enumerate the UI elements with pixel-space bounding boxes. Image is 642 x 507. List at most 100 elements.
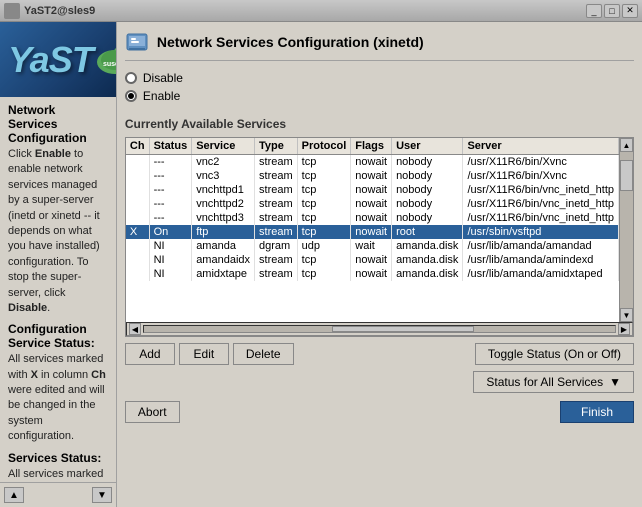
disable-radio[interactable]	[125, 72, 137, 84]
scroll-thumb[interactable]	[620, 160, 633, 191]
table-cell	[126, 169, 149, 183]
radio-group: Disable Enable	[125, 71, 634, 107]
table-cell: On	[149, 225, 192, 239]
minimize-button[interactable]: _	[586, 4, 602, 18]
edit-button[interactable]: Edit	[179, 343, 229, 365]
table-cell: stream	[255, 169, 298, 183]
content-area: Network Services Configuration (xinetd) …	[117, 22, 642, 507]
table-cell: /usr/X11R6/bin/vnc_inetd_http	[463, 183, 619, 197]
table-row[interactable]: NIamidxtapestreamtcpnowaitamanda.disk/us…	[126, 267, 619, 281]
table-cell: vnchttpd2	[192, 197, 255, 211]
table-cell: tcp	[297, 253, 351, 267]
table-row[interactable]: ---vnchttpd1streamtcpnowaitnobody/usr/X1…	[126, 183, 619, 197]
table-cell: amanda.disk	[392, 267, 463, 281]
table-cell	[126, 155, 149, 170]
table-cell: nobody	[392, 211, 463, 225]
table-cell: ---	[149, 211, 192, 225]
table-body: ---vnc2streamtcpnowaitnobody/usr/X11R6/b…	[126, 155, 619, 282]
table-row[interactable]: NIamandaidxstreamtcpnowaitamanda.disk/us…	[126, 253, 619, 267]
scroll-left-btn[interactable]: ◀	[129, 323, 141, 335]
table-cell: tcp	[297, 267, 351, 281]
table-cell: /usr/X11R6/bin/vnc_inetd_http	[463, 211, 619, 225]
table-cell: ---	[149, 169, 192, 183]
status-all-button[interactable]: Status for All Services ▼	[473, 371, 634, 393]
scroll-track[interactable]	[620, 152, 633, 308]
enable-radio[interactable]	[125, 90, 137, 102]
services-section-label: Currently Available Services	[125, 117, 634, 131]
services-table-container: Ch Status Service Type Protocol Flags Us…	[125, 137, 634, 337]
table-cell: stream	[255, 155, 298, 170]
table-cell: dgram	[255, 239, 298, 253]
enable-radio-item[interactable]: Enable	[125, 89, 634, 103]
table-cell: nobody	[392, 155, 463, 170]
table-cell: stream	[255, 183, 298, 197]
table-cell: vnchttpd3	[192, 211, 255, 225]
table-cell: ---	[149, 155, 192, 170]
scroll-up-btn[interactable]: ▲	[620, 138, 633, 152]
suse-logo-icon: suse	[93, 42, 117, 77]
sidebar-up-arrow[interactable]: ▲	[4, 487, 24, 503]
close-button[interactable]: ✕	[622, 4, 638, 18]
table-cell: amandaidx	[192, 253, 255, 267]
horizontal-scrollbar[interactable]: ◀ ▶	[126, 322, 633, 336]
h-scroll-thumb[interactable]	[332, 326, 473, 332]
sidebar: YaST suse Network Services Configuration	[0, 22, 117, 507]
scroll-down-btn[interactable]: ▼	[620, 308, 633, 322]
table-cell	[126, 197, 149, 211]
table-cell: NI	[149, 253, 192, 267]
table-cell	[126, 253, 149, 267]
table-cell: nowait	[351, 155, 392, 170]
bottom-row: Abort Finish	[125, 401, 634, 423]
app-icon	[4, 3, 20, 19]
table-cell	[126, 267, 149, 281]
table-cell: stream	[255, 253, 298, 267]
table-cell: /usr/lib/amanda/amandad	[463, 239, 619, 253]
table-row[interactable]: NIamandadgramudpwaitamanda.disk/usr/lib/…	[126, 239, 619, 253]
table-cell: amanda.disk	[392, 253, 463, 267]
maximize-button[interactable]: □	[604, 4, 620, 18]
table-cell: vnc2	[192, 155, 255, 170]
table-cell: stream	[255, 211, 298, 225]
col-protocol: Protocol	[297, 138, 351, 155]
abort-button[interactable]: Abort	[125, 401, 180, 423]
yast-logo: YaST suse	[0, 22, 116, 97]
table-header-row: Ch Status Service Type Protocol Flags Us…	[126, 138, 619, 155]
table-cell: amidxtape	[192, 267, 255, 281]
table-cell: nobody	[392, 183, 463, 197]
col-status: Status	[149, 138, 192, 155]
table-row[interactable]: ---vnc3streamtcpnowaitnobody/usr/X11R6/b…	[126, 169, 619, 183]
table-cell: /usr/lib/amanda/amidxtaped	[463, 267, 619, 281]
sidebar-down-arrow[interactable]: ▼	[92, 487, 112, 503]
vertical-scrollbar[interactable]: ▲ ▼	[619, 138, 633, 322]
network-services-icon	[125, 30, 149, 54]
table-row[interactable]: ---vnc2streamtcpnowaitnobody/usr/X11R6/b…	[126, 155, 619, 170]
table-cell: wait	[351, 239, 392, 253]
sidebar-section3-title: Services Status:	[8, 451, 108, 465]
sidebar-section2-title: Configuration Service Status:	[8, 322, 108, 350]
window-title: YaST2@sles9	[24, 5, 95, 17]
disable-radio-item[interactable]: Disable	[125, 71, 634, 85]
sidebar-content: Network Services Configuration Click Ena…	[0, 97, 116, 482]
table-row[interactable]: ---vnchttpd2streamtcpnowaitnobody/usr/X1…	[126, 197, 619, 211]
toggle-status-button[interactable]: Toggle Status (On or Off)	[475, 343, 634, 365]
table-cell: udp	[297, 239, 351, 253]
title-bar-left: YaST2@sles9	[4, 3, 95, 19]
table-row[interactable]: XOnftpstreamtcpnowaitroot/usr/sbin/vsftp…	[126, 225, 619, 239]
delete-button[interactable]: Delete	[233, 343, 294, 365]
table-row[interactable]: ---vnchttpd3streamtcpnowaitnobody/usr/X1…	[126, 211, 619, 225]
add-button[interactable]: Add	[125, 343, 175, 365]
table-cell: ---	[149, 197, 192, 211]
sidebar-section2-text: All services marked with X in column Ch …	[8, 352, 108, 444]
finish-button[interactable]: Finish	[560, 401, 634, 423]
table-cell: /usr/X11R6/bin/vnc_inetd_http	[463, 197, 619, 211]
svg-text:suse: suse	[103, 61, 117, 68]
scroll-right-btn[interactable]: ▶	[618, 323, 630, 335]
col-server: Server	[463, 138, 619, 155]
h-scroll-track[interactable]	[143, 325, 616, 333]
content-title: Network Services Configuration (xinetd)	[157, 34, 424, 50]
table-cell: stream	[255, 267, 298, 281]
table-cell: amanda	[192, 239, 255, 253]
table-cell: /usr/sbin/vsftpd	[463, 225, 619, 239]
table-scroll-area[interactable]: Ch Status Service Type Protocol Flags Us…	[126, 138, 619, 322]
sidebar-nav-arrows: ▲ ▼	[0, 482, 116, 507]
